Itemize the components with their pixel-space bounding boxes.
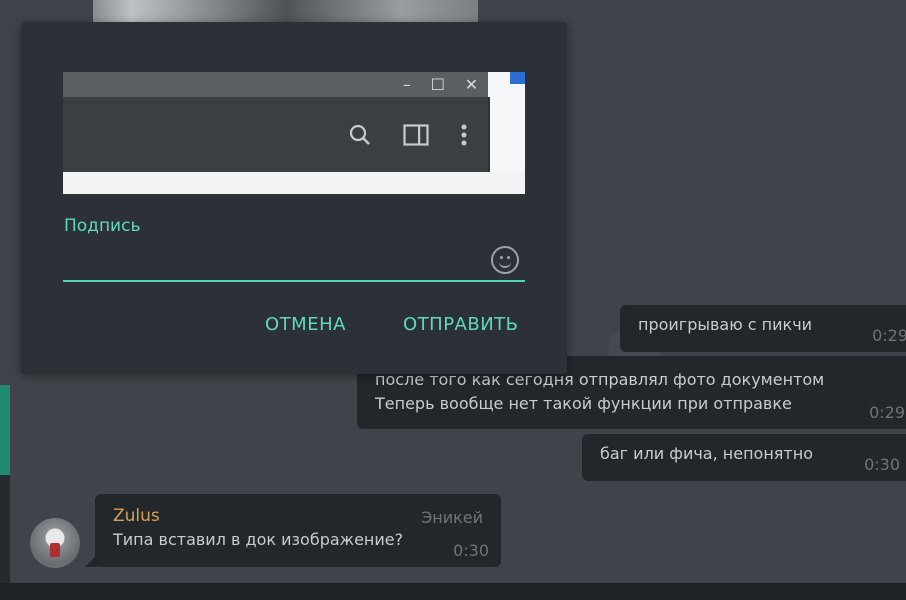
emoji-icon[interactable]	[491, 246, 519, 274]
message-time: 0:30	[864, 455, 900, 474]
sender-role: Эникей	[421, 508, 483, 527]
send-image-dialog: – ☐ ✕ Подпись ОТМЕНА ОТПРАВИТЬ	[21, 22, 567, 374]
message-bubble[interactable]: Zulus Эникей Типа вставил в док изображе…	[95, 494, 501, 567]
maximize-icon: ☐	[430, 75, 445, 94]
message-text-line-2: Теперь вообще нет такой функции при отпр…	[375, 394, 792, 413]
preview-window-buttons: – ☐ ✕	[393, 72, 488, 97]
minimize-icon: –	[402, 75, 411, 94]
message-time: 0:29	[869, 403, 905, 422]
side-accent	[0, 385, 10, 475]
message-bubble[interactable]: проигрываю с пикчи 0:29	[620, 305, 906, 352]
avatar[interactable]	[30, 518, 80, 568]
preview-divider	[488, 97, 490, 172]
caption-field[interactable]	[63, 240, 525, 282]
send-button[interactable]: ОТПРАВИТЬ	[403, 314, 519, 335]
preview-toolbar-icons	[333, 97, 483, 172]
message-time: 0:30	[453, 541, 489, 560]
side-panel-edge	[0, 475, 10, 583]
message-text: проигрываю с пикчи	[638, 315, 813, 334]
cancel-button[interactable]: ОТМЕНА	[265, 314, 346, 335]
caption-label: Подпись	[64, 216, 141, 236]
message-time: 0:29	[872, 326, 906, 345]
image-preview: – ☐ ✕	[63, 72, 525, 194]
caption-input[interactable]	[63, 246, 477, 278]
bottom-bar	[0, 583, 906, 600]
preview-tab-icon	[510, 72, 525, 84]
message-text: Типа вставил в док изображение?	[113, 530, 404, 549]
sidebar-icon	[403, 123, 429, 146]
search-icon	[350, 124, 371, 145]
more-vert-icon	[461, 124, 467, 145]
message-text: баг или фича, непонятно	[600, 444, 813, 463]
preview-page	[488, 72, 525, 172]
close-icon: ✕	[464, 75, 479, 94]
message-bubble[interactable]: баг или фича, непонятно 0:30	[582, 434, 906, 481]
previous-image-message[interactable]	[93, 0, 478, 22]
